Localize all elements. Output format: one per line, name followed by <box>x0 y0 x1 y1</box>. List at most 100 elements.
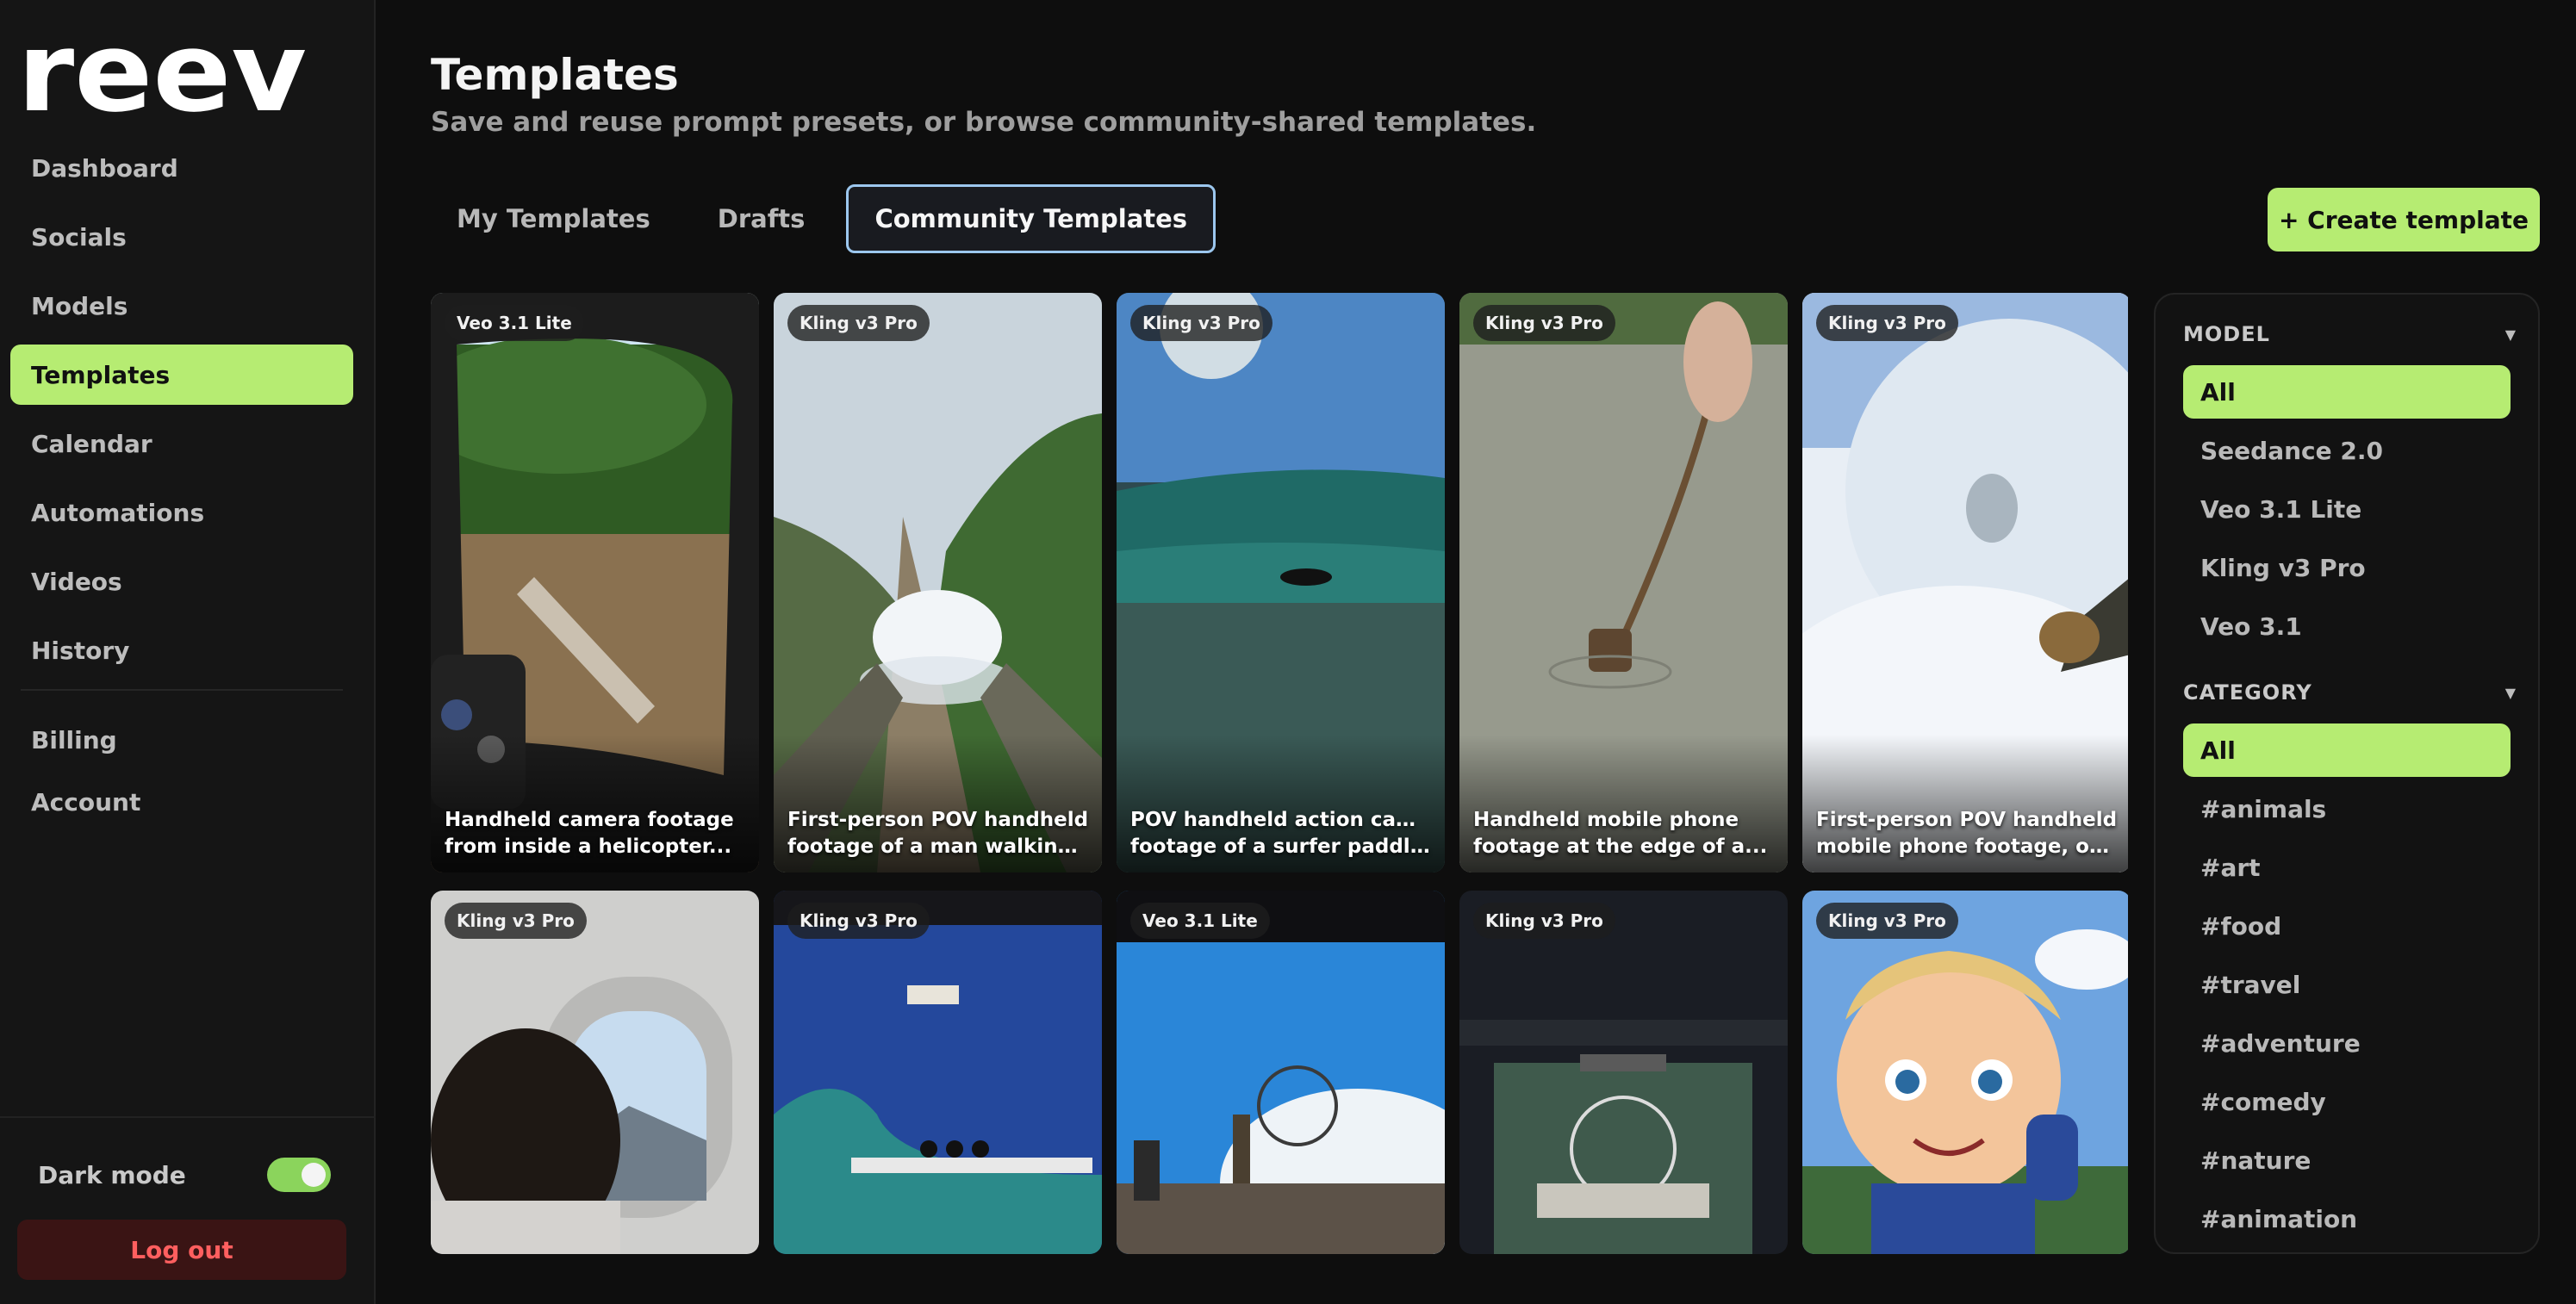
model-badge: Kling v3 Pro <box>1130 305 1272 341</box>
model-filter-header[interactable]: MODEL ▼ <box>2183 317 2516 351</box>
sidebar-item-label: Billing <box>31 725 117 754</box>
caption-line: mobile phone footage, one... <box>1816 835 2119 858</box>
model-badge: Veo 3.1 Lite <box>445 305 584 341</box>
category-filter-nature[interactable]: #nature <box>2183 1133 2511 1187</box>
logo-text: reev <box>17 22 307 119</box>
toggle-knob <box>302 1163 326 1187</box>
category-filter-all[interactable]: All <box>2183 723 2511 777</box>
sidebar-item-templates[interactable]: Templates <box>10 345 353 405</box>
category-filter-adventure[interactable]: #adventure <box>2183 1016 2511 1070</box>
logout-button[interactable]: Log out <box>17 1220 346 1280</box>
sidebar-item-automations[interactable]: Automations <box>10 482 353 543</box>
caption-line: footage of a man walking o... <box>787 835 1090 858</box>
model-filter-veo-3-1[interactable]: Veo 3.1 <box>2183 599 2511 653</box>
category-filter-art[interactable]: #art <box>2183 841 2511 894</box>
caption-line: Handheld mobile phone <box>1473 809 1739 831</box>
template-card[interactable]: Kling v3 Pro <box>1459 891 1788 1254</box>
sidebar-item-dashboard[interactable]: Dashboard <box>10 138 353 198</box>
template-tabs: My Templates Drafts Community Templates <box>431 184 1216 253</box>
sidebar-item-calendar[interactable]: Calendar <box>10 413 353 474</box>
sidebar-item-videos[interactable]: Videos <box>10 551 353 612</box>
template-caption: First-person POV handheld mobile phone f… <box>1816 807 2119 860</box>
template-card[interactable]: Kling v3 Pro First-person POV handheld m… <box>1802 293 2128 872</box>
sidebar: reev Dashboard Socials Models Templates … <box>0 0 376 1304</box>
create-template-button[interactable]: + Create template <box>2268 188 2540 251</box>
template-card[interactable]: Kling v3 Pro <box>1802 891 2128 1254</box>
category-filter-comedy[interactable]: #comedy <box>2183 1075 2511 1128</box>
template-card[interactable]: Kling v3 Pro Handheld mobile phone foota… <box>1459 293 1788 872</box>
template-card[interactable]: Kling v3 Pro POV handheld action camera … <box>1117 293 1445 872</box>
template-caption: POV handheld action camera footage of a … <box>1130 807 1433 860</box>
template-card[interactable]: Veo 3.1 Lite Handheld camera footage fro… <box>431 293 759 872</box>
model-badge: Kling v3 Pro <box>1816 305 1958 341</box>
model-badge: Veo 3.1 Lite <box>1130 903 1270 939</box>
reev-logo[interactable]: reev <box>17 22 310 119</box>
sidebar-item-label: Socials <box>31 222 127 251</box>
category-filter-animation[interactable]: #animation <box>2183 1192 2511 1245</box>
model-filter-title: MODEL <box>2183 322 2270 346</box>
caption-line: footage at the edge of a... <box>1473 835 1768 858</box>
filter-panel: MODEL ▼ All Seedance 2.0 Veo 3.1 Lite Kl… <box>2154 293 2540 1254</box>
template-caption: Handheld mobile phone footage at the edg… <box>1473 807 1776 860</box>
tab-my-templates[interactable]: My Templates <box>431 184 676 253</box>
sidebar-item-label: Videos <box>31 567 122 596</box>
sidebar-nav: Dashboard Socials Models Templates Calen… <box>10 138 353 841</box>
dark-mode-toggle[interactable] <box>267 1158 331 1192</box>
template-thumbnail <box>1802 891 2128 1254</box>
tab-drafts[interactable]: Drafts <box>692 184 831 253</box>
template-card[interactable]: Kling v3 Pro First-person POV handheld f… <box>774 293 1102 872</box>
model-filter-seedance-2-0[interactable]: Seedance 2.0 <box>2183 424 2511 477</box>
template-card[interactable]: Veo 3.1 Lite <box>1117 891 1445 1254</box>
tab-community-templates[interactable]: Community Templates <box>846 184 1216 253</box>
model-filter-kling-v3-pro[interactable]: Kling v3 Pro <box>2183 541 2511 594</box>
model-badge: Kling v3 Pro <box>1816 903 1958 939</box>
model-badge: Kling v3 Pro <box>1473 305 1615 341</box>
model-badge: Kling v3 Pro <box>787 305 930 341</box>
chevron-down-icon: ▼ <box>2504 326 2516 343</box>
sidebar-item-label: Templates <box>31 360 171 389</box>
template-caption: Handheld camera footage from inside a he… <box>445 807 747 860</box>
template-card[interactable]: Kling v3 Pro <box>431 891 759 1254</box>
category-filter-header[interactable]: CATEGORY ▼ <box>2183 675 2516 710</box>
caption-line: Handheld camera footage <box>445 809 734 831</box>
template-thumbnail <box>1459 891 1788 1254</box>
model-filter-veo-3-1-lite[interactable]: Veo 3.1 Lite <box>2183 482 2511 536</box>
template-thumbnail <box>1117 891 1445 1254</box>
sidebar-bottom-divider <box>0 1116 376 1118</box>
template-thumbnail <box>431 891 759 1254</box>
sidebar-item-socials[interactable]: Socials <box>10 207 353 267</box>
page-title: Templates <box>431 50 679 100</box>
caption-line: footage of a surfer paddlin... <box>1130 835 1433 858</box>
dark-mode-row: Dark mode <box>38 1152 331 1197</box>
caption-line: First-person POV handheld <box>787 809 1089 831</box>
category-filter-title: CATEGORY <box>2183 680 2312 705</box>
sidebar-item-label: Dashboard <box>31 153 178 183</box>
caption-line: POV handheld action camera <box>1130 809 1433 831</box>
chevron-down-icon: ▼ <box>2504 684 2516 701</box>
model-badge: Kling v3 Pro <box>1473 903 1615 939</box>
template-grid: Veo 3.1 Lite Handheld camera footage fro… <box>431 293 2128 1254</box>
sidebar-divider <box>21 689 343 691</box>
sidebar-item-label: Models <box>31 291 128 320</box>
template-caption: First-person POV handheld footage of a m… <box>787 807 1090 860</box>
sidebar-item-label: Account <box>31 787 141 817</box>
template-card[interactable]: Kling v3 Pro <box>774 891 1102 1254</box>
dark-mode-label: Dark mode <box>38 1160 186 1189</box>
sidebar-item-account[interactable]: Account <box>10 772 353 832</box>
sidebar-item-billing[interactable]: Billing <box>10 710 353 770</box>
model-badge: Kling v3 Pro <box>445 903 587 939</box>
sidebar-item-models[interactable]: Models <box>10 276 353 336</box>
caption-line: from inside a helicopter... <box>445 835 732 858</box>
model-filter-all[interactable]: All <box>2183 365 2511 419</box>
page-subtitle: Save and reuse prompt presets, or browse… <box>431 107 1537 138</box>
caption-line: First-person POV handheld <box>1816 809 2118 831</box>
sidebar-item-history[interactable]: History <box>10 620 353 680</box>
sidebar-item-label: Automations <box>31 498 205 527</box>
category-filter-animals[interactable]: #animals <box>2183 782 2511 835</box>
sidebar-item-label: Calendar <box>31 429 152 458</box>
sidebar-item-label: History <box>31 636 130 665</box>
template-thumbnail <box>774 891 1102 1254</box>
category-filter-food[interactable]: #food <box>2183 899 2511 953</box>
model-badge: Kling v3 Pro <box>787 903 930 939</box>
category-filter-travel[interactable]: #travel <box>2183 958 2511 1011</box>
